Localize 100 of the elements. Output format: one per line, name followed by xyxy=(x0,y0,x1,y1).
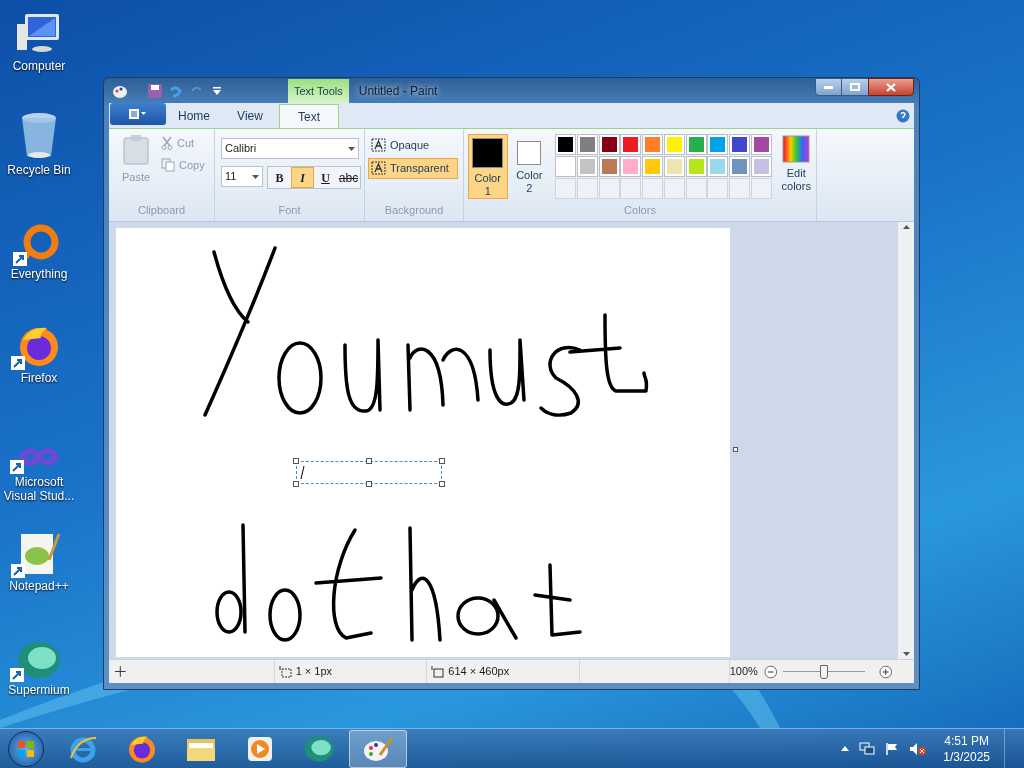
palette-color[interactable] xyxy=(663,134,685,155)
windows-logo-icon xyxy=(17,739,35,758)
resize-handle[interactable] xyxy=(293,481,299,487)
palette-color[interactable] xyxy=(642,156,664,177)
resize-handle[interactable] xyxy=(366,458,372,464)
desktop-icon[interactable]: Everything xyxy=(0,214,78,300)
palette-color[interactable] xyxy=(729,156,750,177)
desktop-icon-label: Firefox xyxy=(20,371,58,385)
contextual-tab-label: Text Tools xyxy=(288,79,349,103)
palette-color[interactable] xyxy=(729,134,750,155)
dropdown-arrow-icon xyxy=(252,174,259,179)
font-style-button[interactable]: I xyxy=(291,167,314,188)
dropdown-caret-icon[interactable] xyxy=(212,85,222,96)
palette-color[interactable] xyxy=(598,134,620,155)
resize-handle[interactable] xyxy=(366,481,372,487)
zoom-slider-thumb[interactable] xyxy=(819,664,828,679)
desktop-icon-label: Recycle Bin xyxy=(7,163,71,177)
zoom-slider[interactable] xyxy=(783,664,865,679)
ribbon-tab[interactable]: Home xyxy=(166,104,222,128)
palette-color[interactable] xyxy=(663,156,685,177)
background-option[interactable]: Opaque xyxy=(368,135,458,156)
maximize-button[interactable] xyxy=(842,78,868,96)
copy-icon xyxy=(161,157,175,172)
zoom-in-icon[interactable] xyxy=(878,664,892,679)
desktop-icon-label: Computer xyxy=(12,59,66,73)
close-icon xyxy=(886,82,896,92)
desktop-icon-label: Supermium xyxy=(8,683,70,697)
palette-color[interactable] xyxy=(598,156,620,177)
image-size: 614 × 460px xyxy=(448,664,510,680)
desktop-icon[interactable]: Notepad++ xyxy=(0,526,78,612)
menu-icon xyxy=(129,109,147,119)
font-style-button[interactable]: abc xyxy=(337,167,360,188)
palette-color[interactable] xyxy=(576,134,598,155)
vertical-scrollbar[interactable] xyxy=(898,222,914,659)
desktop-icon[interactable]: Computer xyxy=(0,6,78,92)
image-size-icon xyxy=(431,665,445,678)
show-hidden-icons-icon[interactable] xyxy=(841,746,850,751)
muted-speaker-icon[interactable] xyxy=(909,741,928,756)
font-size-value: 11 xyxy=(225,169,237,185)
sphere-icon xyxy=(16,640,62,680)
palette-color[interactable] xyxy=(620,134,642,155)
taskbar-app-button[interactable] xyxy=(349,729,407,768)
group-label: Background xyxy=(383,202,445,218)
drawing-canvas[interactable] xyxy=(116,228,730,657)
group-label: Font xyxy=(277,202,302,218)
palette-color[interactable] xyxy=(620,156,642,177)
desktop-icon[interactable]: Supermium xyxy=(0,630,78,716)
desktop-icon-label: Notepad++ xyxy=(9,579,69,593)
palette-color[interactable] xyxy=(685,134,707,155)
minimize-button[interactable] xyxy=(815,78,842,96)
text-box-icon xyxy=(371,161,387,176)
resize-handle[interactable] xyxy=(439,458,445,464)
palette-color[interactable] xyxy=(576,156,598,177)
minimize-icon xyxy=(824,85,833,89)
clock[interactable]: 4:51 PM 1/3/2025 xyxy=(943,732,990,765)
font-family-value: Calibri xyxy=(225,141,257,157)
window-title: Untitled - Paint xyxy=(358,82,438,100)
desktop-icon[interactable]: Recycle Bin xyxy=(0,110,78,196)
palette-color[interactable] xyxy=(750,156,772,177)
font-family-dropdown[interactable]: Calibri xyxy=(221,138,359,159)
ribbon-tab[interactable]: View xyxy=(222,104,278,128)
selection-size-icon xyxy=(278,665,292,678)
font-style-button[interactable]: B xyxy=(268,167,291,188)
scissors-icon xyxy=(161,136,173,151)
palette-color[interactable] xyxy=(555,156,577,177)
desktop-icon[interactable]: Microsoft Visual Stud... xyxy=(0,422,78,508)
clipboard-icon xyxy=(123,135,149,165)
font-style-button[interactable]: U xyxy=(314,167,337,188)
color-spectrum-icon xyxy=(782,135,811,163)
paint-menu-button[interactable] xyxy=(110,103,166,125)
zoom-out-icon[interactable] xyxy=(763,664,778,679)
close-button[interactable] xyxy=(868,78,914,96)
resize-handle[interactable] xyxy=(439,481,445,487)
canvas-resize-handle[interactable] xyxy=(733,447,738,452)
desktop-icon-label: Everything xyxy=(10,267,68,281)
start-button[interactable] xyxy=(8,730,44,767)
color-slot-button[interactable]: Color 1 xyxy=(468,134,508,199)
color-slot-button[interactable]: Color 2 xyxy=(509,134,550,199)
palette-color[interactable] xyxy=(707,156,729,177)
desktop-icon[interactable]: Firefox xyxy=(0,318,78,404)
palette-color[interactable] xyxy=(685,156,707,177)
palette-color[interactable] xyxy=(642,134,664,155)
cursor-position-icon xyxy=(115,666,126,677)
help-icon[interactable] xyxy=(896,109,910,123)
scroll-down-icon xyxy=(902,652,910,656)
group-label: Clipboard xyxy=(136,202,187,218)
save-icon[interactable] xyxy=(148,83,162,98)
maximize-icon xyxy=(850,83,860,91)
palette-color[interactable] xyxy=(750,134,772,155)
flag-icon[interactable] xyxy=(885,741,900,756)
palette-color[interactable] xyxy=(707,134,729,155)
zoom-level: 100% xyxy=(729,664,758,680)
font-size-dropdown[interactable]: 11 xyxy=(221,166,263,187)
resize-handle[interactable] xyxy=(293,458,299,464)
edit-colors-button[interactable]: Edit colors xyxy=(776,134,816,202)
media-player-icon xyxy=(246,734,274,763)
palette-color[interactable] xyxy=(555,134,577,155)
background-option[interactable]: Transparent xyxy=(368,158,458,179)
network-icon[interactable] xyxy=(859,741,876,756)
ribbon-tab[interactable]: Text xyxy=(279,104,339,128)
